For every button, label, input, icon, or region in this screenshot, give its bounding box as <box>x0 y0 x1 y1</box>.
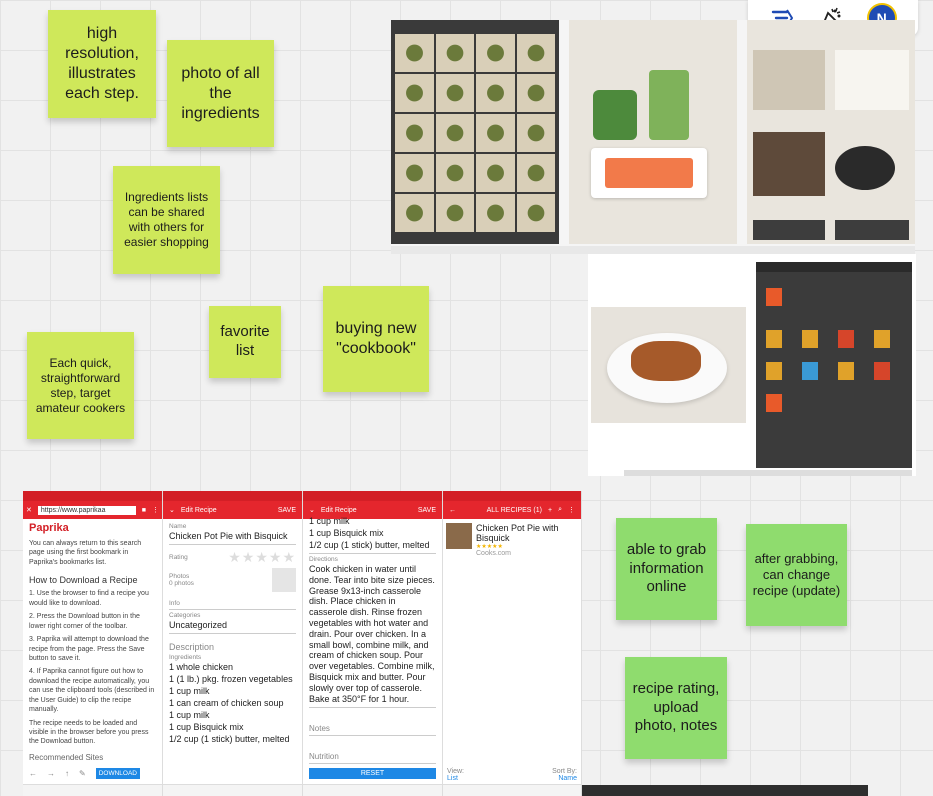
directions-label: Directions <box>309 556 338 563</box>
recipe-grid-screenshot <box>391 20 559 244</box>
add-photo-icon[interactable] <box>272 568 296 592</box>
menu-icon[interactable]: ⋮ <box>152 506 159 514</box>
close-icon[interactable]: ✕ <box>26 506 32 514</box>
ingredient-line[interactable]: 1/2 cup (1 stick) butter, melted <box>163 733 302 745</box>
up-arrow-icon[interactable]: ↑ <box>65 769 69 778</box>
name-field[interactable]: Chicken Pot Pie with Bisquick <box>163 530 302 542</box>
recipe-source: Cooks.com <box>476 550 512 557</box>
url-field[interactable]: https://www.paprikaa <box>37 505 136 515</box>
browser-note: You can always return to this search pag… <box>29 540 142 566</box>
ingredient-line[interactable]: 1 (1 lb.) pkg. frozen vegetables <box>163 673 302 685</box>
paprika-brand: Paprika <box>29 522 69 534</box>
back-arrow-icon[interactable]: ← <box>29 769 37 778</box>
cookbook-store-board[interactable] <box>588 254 916 476</box>
download-heading: How to Download a Recipe <box>29 575 138 586</box>
recipe-stars: ★★★★★ <box>476 544 503 550</box>
edit-icon[interactable]: ✎ <box>79 769 86 778</box>
salmon-dish-photo <box>591 307 746 423</box>
recipe-thumbnail <box>446 523 472 549</box>
forward-arrow-icon[interactable]: → <box>47 769 55 778</box>
notes-label[interactable]: Notes <box>303 710 442 733</box>
download-button[interactable]: DOWNLOAD <box>95 767 140 779</box>
ingredient-line[interactable]: 1 cup milk <box>163 685 302 697</box>
sort-label: Sort By: <box>552 768 577 775</box>
sticky-after-grabbing[interactable]: after grabbing, can change recipe (updat… <box>746 524 847 626</box>
edit-recipe-title: Edit Recipe <box>180 506 217 514</box>
recipe-list-item[interactable]: Chicken Pot Pie with Bisquick ★★★★★ Cook… <box>443 519 581 561</box>
ingredient-line[interactable]: 1 whole chicken <box>163 661 302 673</box>
categories-label: Categories <box>169 612 201 619</box>
description-label: Description <box>169 642 215 652</box>
ingredient-line[interactable]: 1 cup Bisquick mix <box>303 527 442 539</box>
sticky-recipe-rating[interactable]: recipe rating, upload photo, notes <box>625 657 727 759</box>
ingredient-line[interactable]: 1 can cream of chicken soup <box>163 697 302 709</box>
sort-value[interactable]: Name <box>552 775 577 782</box>
all-recipes-title[interactable]: ALL RECIPES (1) <box>487 507 542 514</box>
sticky-ingredients-shared[interactable]: Ingredients lists can be shared with oth… <box>113 166 220 274</box>
photos-label: Photos <box>169 573 190 580</box>
sticky-each-step[interactable]: Each quick, straightforward step, target… <box>27 332 134 439</box>
sticky-grab-online[interactable]: able to grab information online <box>616 518 717 620</box>
add-icon[interactable]: + <box>548 507 552 514</box>
ingredient-line[interactable]: 1/2 cup (1 stick) butter, melted <box>303 539 442 551</box>
ingredients-label: Ingredients <box>169 654 202 661</box>
ingredient-line[interactable]: 1 cup milk <box>163 709 302 721</box>
phone-edit-recipe: ⌄ Edit Recipe SAVE Name Chicken Pot Pie … <box>163 491 303 796</box>
back-chevron-icon[interactable]: ⌄ <box>169 506 175 514</box>
photos-count: 0 photos <box>169 580 194 587</box>
recipe-name: Chicken Pot Pie with Bisquick <box>476 523 559 543</box>
rating-stars[interactable]: ★★★★★ <box>228 549 302 566</box>
sticky-favorite-list[interactable]: favorite list <box>209 306 281 378</box>
categories-select[interactable]: Uncategorized <box>163 619 302 631</box>
info-label[interactable]: Info <box>163 592 302 607</box>
phone-all-recipes: ← ALL RECIPES (1) + ⌕ ⋮ Chicken Pot Pie … <box>443 491 582 796</box>
sticky-photo-ingredients[interactable]: photo of all the ingredients <box>167 40 274 147</box>
cookbook-app-screenshot <box>756 262 912 468</box>
menu-icon[interactable]: ⋮ <box>568 506 575 514</box>
ingredient-line[interactable]: 1 cup Bisquick mix <box>163 721 302 733</box>
step-1: 1. Use the browser to find a recipe you … <box>29 590 149 607</box>
name-label: Name <box>169 523 187 530</box>
phone-edit-recipe-directions: ⌄ Edit Recipe SAVE 1 cup milk 1 cup Bisq… <box>303 491 443 796</box>
reset-button[interactable]: RESET <box>309 768 436 780</box>
save-button[interactable]: SAVE <box>278 507 296 514</box>
bookmark-icon[interactable]: ■ <box>142 507 146 514</box>
step-3: 3. Paprika will attempt to download the … <box>29 636 149 662</box>
search-icon[interactable]: ⌕ <box>558 506 562 514</box>
directions-field[interactable]: Cook chicken in water until done. Tear i… <box>303 563 442 705</box>
partial-screenshot-strip <box>582 785 868 796</box>
ingredients-photo-screenshot <box>569 20 737 244</box>
sticky-high-resolution[interactable]: high resolution, illustrates each step. <box>48 10 156 118</box>
back-chevron-icon[interactable]: ⌄ <box>309 506 315 514</box>
save-button[interactable]: SAVE <box>418 507 436 514</box>
sticky-buying-cookbook[interactable]: buying new "cookbook" <box>323 286 429 392</box>
view-value[interactable]: List <box>447 775 464 782</box>
view-label: View: <box>447 768 464 775</box>
rating-label: Rating <box>169 554 188 561</box>
ingredient-line[interactable]: 1 cup milk <box>303 515 442 527</box>
nutrition-label[interactable]: Nutrition <box>303 738 442 761</box>
browser-note-2: The recipe needs to be loaded and visibl… <box>29 719 149 746</box>
recommended-sites[interactable]: Recommended Sites <box>23 749 162 766</box>
cookbook-screenshots-board[interactable] <box>391 20 915 254</box>
phone-paprika-browser: ✕ https://www.paprikaa ■ ⋮ Paprika You c… <box>23 491 163 796</box>
step-2: 2. Press the Download button in the lowe… <box>29 613 140 630</box>
steps-photo-screenshot <box>747 20 915 244</box>
step-4: 4. If Paprika cannot figure out how to d… <box>29 668 155 714</box>
edit-recipe-title: Edit Recipe <box>320 506 357 514</box>
back-arrow-icon[interactable]: ← <box>449 507 456 514</box>
